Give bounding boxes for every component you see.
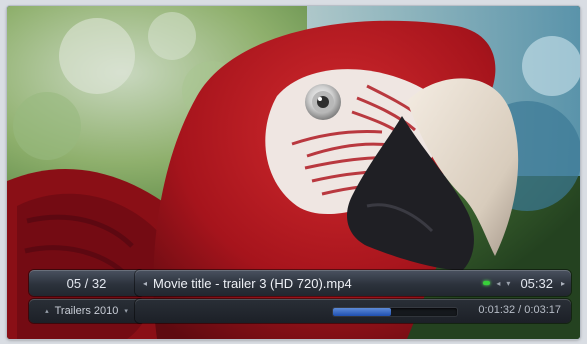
progress-track[interactable] <box>333 308 457 316</box>
previous-arrow-icon[interactable]: ◂ <box>143 279 147 288</box>
category-up-icon[interactable]: ▴ <box>45 307 49 315</box>
media-title: Movie title - trailer 3 (HD 720).mp4 <box>153 275 352 291</box>
status-indicators: ◂ ▾ 05:32 ▸ <box>483 276 565 291</box>
status-arrow-icon: ◂ <box>496 278 501 288</box>
media-player-window: 05 / 32 ▴ Trailers 2010 ▾ ◂ Movie title … <box>7 6 580 339</box>
category-selector[interactable]: ▴ Trailers 2010 ▾ <box>29 299 144 323</box>
status-indicator-icon <box>483 281 491 285</box>
item-counter-text: 05 / 32 <box>66 275 107 291</box>
clock-text: 05:32 <box>520 275 553 291</box>
item-counter: 05 / 32 <box>29 270 144 296</box>
category-down-icon[interactable]: ▾ <box>124 307 128 315</box>
next-arrow-icon[interactable]: ▸ <box>561 279 565 288</box>
time-readout: 0:01:32 / 0:03:17 <box>478 304 561 316</box>
category-label: Trailers 2010 <box>54 305 119 317</box>
progress-fill <box>333 308 392 316</box>
title-bar: ◂ Movie title - trailer 3 (HD 720).mp4 ◂… <box>135 270 571 296</box>
status-drop-icon: ▾ <box>506 278 511 288</box>
progress-panel: 0:01:32 / 0:03:17 <box>135 299 571 323</box>
